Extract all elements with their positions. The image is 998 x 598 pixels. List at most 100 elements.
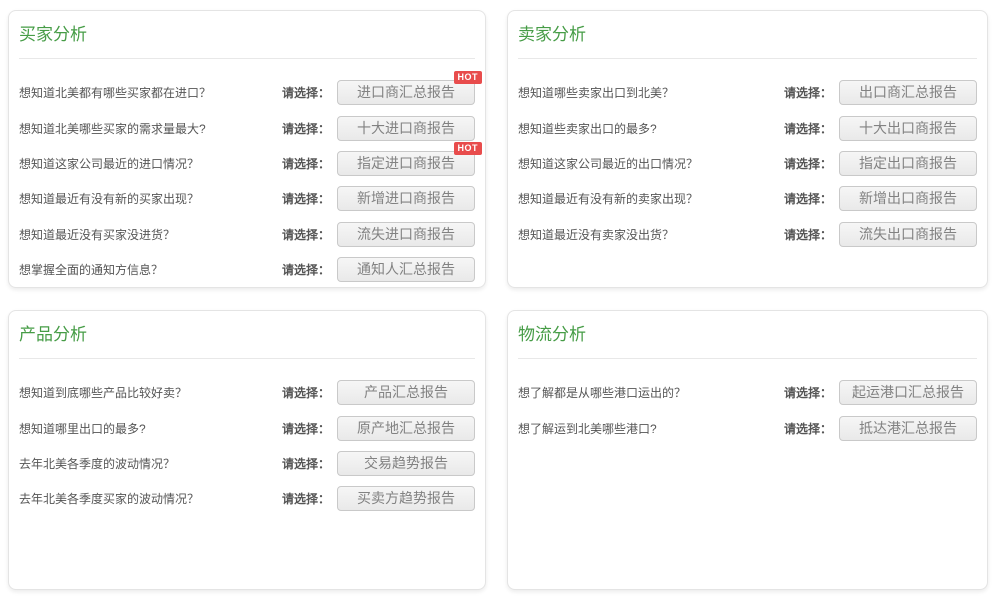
title-divider (518, 358, 977, 359)
question-text: 去年北美各季度买家的波动情况？ (19, 490, 199, 507)
report-row: 想知道这家公司最近的出口情况？ 请选择： 指定出口商报告 (518, 146, 977, 181)
question-text: 想知道最近有没有新的买家出现？ (19, 190, 199, 207)
select-label: 请选择： (282, 226, 330, 243)
logistics-analysis-panel: 物流分析 想了解都是从哪些港口运出的？ 请选择： 起运港口汇总报告 想了解运到北… (507, 310, 988, 590)
select-label: 请选择： (784, 190, 832, 207)
report-button-wrap: 新增出口商报告 (839, 186, 977, 211)
report-row: 想知道这家公司最近的进口情况？ 请选择： 指定进口商报告 HOT (19, 146, 475, 181)
title-divider (19, 58, 475, 59)
select-label: 请选择： (282, 190, 330, 207)
report-button[interactable]: 产品汇总报告 (337, 380, 475, 405)
report-button[interactable]: 流失出口商报告 (839, 222, 977, 247)
select-label: 请选择： (282, 384, 330, 401)
report-button[interactable]: 十大进口商报告 (337, 116, 475, 141)
panel-title: 产品分析 (19, 325, 475, 345)
report-button[interactable]: 新增出口商报告 (839, 186, 977, 211)
select-label: 请选择： (784, 155, 832, 172)
report-button-wrap: 抵达港汇总报告 (839, 416, 977, 441)
question-text: 想知道些卖家出口的最多? (518, 120, 657, 137)
question-text: 想知道哪些卖家出口到北美？ (518, 84, 674, 101)
report-button-wrap: 十大出口商报告 (839, 116, 977, 141)
report-rows: 想知道北美都有哪些买家都在进口？ 请选择： 进口商汇总报告 HOT 想知道北美哪… (19, 75, 475, 287)
select-label: 请选择： (282, 155, 330, 172)
report-button-wrap: 产品汇总报告 (337, 380, 475, 405)
report-button[interactable]: 交易趋势报告 (337, 451, 475, 476)
select-label: 请选择： (784, 226, 832, 243)
panel-title: 卖家分析 (518, 25, 977, 45)
select-label: 请选择： (282, 455, 330, 472)
report-button-wrap: 起运港口汇总报告 (839, 380, 977, 405)
report-button-wrap: 交易趋势报告 (337, 451, 475, 476)
hot-badge: HOT (454, 71, 483, 84)
select-label: 请选择： (784, 420, 832, 437)
report-button[interactable]: 抵达港汇总报告 (839, 416, 977, 441)
report-button-wrap: 指定出口商报告 (839, 151, 977, 176)
report-button-wrap: 买卖方趋势报告 (337, 486, 475, 511)
report-button[interactable]: 通知人汇总报告 (337, 257, 475, 282)
report-row: 想知道哪些卖家出口到北美？ 请选择： 出口商汇总报告 (518, 75, 977, 110)
report-button-wrap: 原产地汇总报告 (337, 416, 475, 441)
question-text: 想知道北美哪些买家的需求量最大? (19, 120, 206, 137)
report-rows: 想了解都是从哪些港口运出的？ 请选择： 起运港口汇总报告 想了解运到北美哪些港口… (518, 375, 977, 446)
hot-badge: HOT (454, 142, 483, 155)
question-text: 想了解运到北美哪些港口? (518, 420, 657, 437)
buyer-analysis-panel: 买家分析 想知道北美都有哪些买家都在进口？ 请选择： 进口商汇总报告 HOT 想… (8, 10, 486, 288)
report-row: 想知道最近有没有新的买家出现？ 请选择： 新增进口商报告 (19, 181, 475, 216)
question-text: 想知道北美都有哪些买家都在进口？ (19, 84, 211, 101)
report-row: 想知道北美都有哪些买家都在进口？ 请选择： 进口商汇总报告 HOT (19, 75, 475, 110)
select-label: 请选择： (282, 420, 330, 437)
report-button[interactable]: 买卖方趋势报告 (337, 486, 475, 511)
question-text: 想知道最近没有卖家没出货？ (518, 226, 674, 243)
question-text: 去年北美各季度的波动情况？ (19, 455, 175, 472)
question-text: 想知道最近有没有新的卖家出现？ (518, 190, 698, 207)
report-row: 去年北美各季度买家的波动情况？ 请选择： 买卖方趋势报告 (19, 481, 475, 516)
report-button[interactable]: 起运港口汇总报告 (839, 380, 977, 405)
report-row: 想了解都是从哪些港口运出的？ 请选择： 起运港口汇总报告 (518, 375, 977, 410)
select-label: 请选择： (282, 120, 330, 137)
report-rows: 想知道哪些卖家出口到北美？ 请选择： 出口商汇总报告 想知道些卖家出口的最多? … (518, 75, 977, 252)
report-button-wrap: 流失进口商报告 (337, 222, 475, 247)
report-button[interactable]: 出口商汇总报告 (839, 80, 977, 105)
report-button[interactable]: 新增进口商报告 (337, 186, 475, 211)
report-button-wrap: 流失出口商报告 (839, 222, 977, 247)
report-row: 想知道到底哪些产品比较好卖？ 请选择： 产品汇总报告 (19, 375, 475, 410)
title-divider (19, 358, 475, 359)
report-row: 想知道哪里出口的最多? 请选择： 原产地汇总报告 (19, 410, 475, 445)
report-row: 想知道最近有没有新的卖家出现？ 请选择： 新增出口商报告 (518, 181, 977, 216)
report-button-wrap: 十大进口商报告 (337, 116, 475, 141)
report-button-wrap: 通知人汇总报告 (337, 257, 475, 282)
panel-title: 买家分析 (19, 25, 475, 45)
report-row: 想掌握全面的通知方信息？ 请选择： 通知人汇总报告 (19, 252, 475, 287)
report-button-wrap: 新增进口商报告 (337, 186, 475, 211)
report-row: 想知道些卖家出口的最多? 请选择： 十大出口商报告 (518, 110, 977, 145)
select-label: 请选择： (784, 384, 832, 401)
report-row: 去年北美各季度的波动情况？ 请选择： 交易趋势报告 (19, 446, 475, 481)
report-rows: 想知道到底哪些产品比较好卖？ 请选择： 产品汇总报告 想知道哪里出口的最多? 请… (19, 375, 475, 517)
report-button[interactable]: 指定出口商报告 (839, 151, 977, 176)
report-row: 想了解运到北美哪些港口? 请选择： 抵达港汇总报告 (518, 410, 977, 445)
report-row: 想知道最近没有买家没进货？ 请选择： 流失进口商报告 (19, 217, 475, 252)
report-button-wrap: 进口商汇总报告 HOT (337, 80, 475, 105)
report-button[interactable]: 流失进口商报告 (337, 222, 475, 247)
seller-analysis-panel: 卖家分析 想知道哪些卖家出口到北美？ 请选择： 出口商汇总报告 想知道些卖家出口… (507, 10, 988, 288)
question-text: 想掌握全面的通知方信息？ (19, 261, 163, 278)
report-button[interactable]: 原产地汇总报告 (337, 416, 475, 441)
report-button[interactable]: 进口商汇总报告 (337, 80, 475, 105)
report-button-wrap: 出口商汇总报告 (839, 80, 977, 105)
question-text: 想了解都是从哪些港口运出的？ (518, 384, 686, 401)
question-text: 想知道最近没有买家没进货？ (19, 226, 175, 243)
title-divider (518, 58, 977, 59)
product-analysis-panel: 产品分析 想知道到底哪些产品比较好卖？ 请选择： 产品汇总报告 想知道哪里出口的… (8, 310, 486, 590)
select-label: 请选择： (282, 84, 330, 101)
question-text: 想知道到底哪些产品比较好卖？ (19, 384, 187, 401)
report-button[interactable]: 十大出口商报告 (839, 116, 977, 141)
report-button-wrap: 指定进口商报告 HOT (337, 151, 475, 176)
select-label: 请选择： (282, 490, 330, 507)
question-text: 想知道哪里出口的最多? (19, 420, 146, 437)
panel-title: 物流分析 (518, 325, 977, 345)
report-row: 想知道最近没有卖家没出货？ 请选择： 流失出口商报告 (518, 217, 977, 252)
select-label: 请选择： (784, 84, 832, 101)
question-text: 想知道这家公司最近的进口情况？ (19, 155, 199, 172)
report-row: 想知道北美哪些买家的需求量最大? 请选择： 十大进口商报告 (19, 110, 475, 145)
question-text: 想知道这家公司最近的出口情况？ (518, 155, 698, 172)
